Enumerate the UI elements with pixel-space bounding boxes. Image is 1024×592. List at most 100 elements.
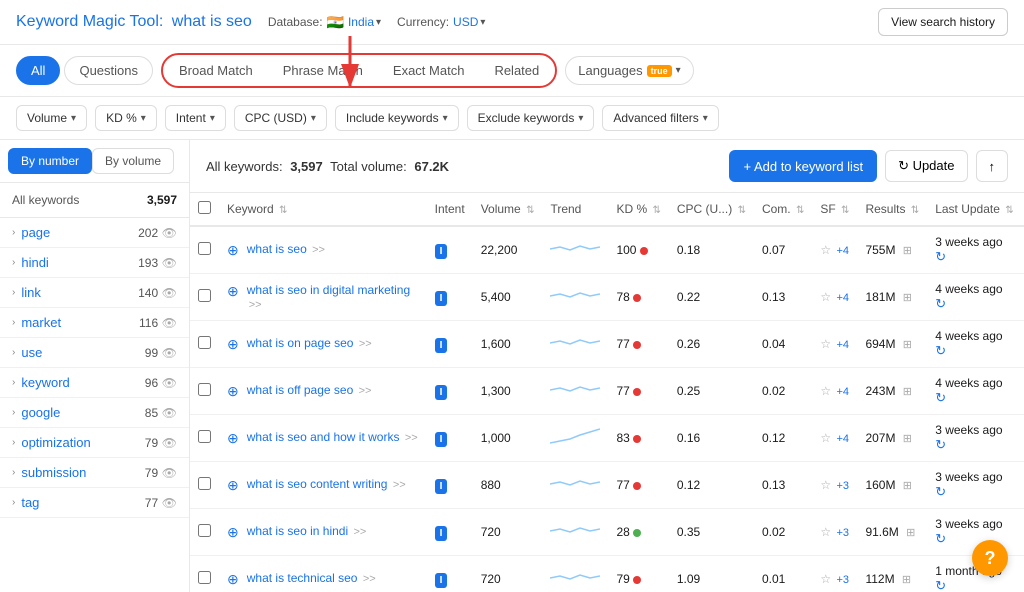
eye-icon[interactable]: 👁: [162, 436, 177, 450]
results-icon: ⊞: [903, 292, 912, 304]
star-icon[interactable]: ☆: [820, 525, 831, 539]
tab-broad-match[interactable]: Broad Match: [165, 57, 267, 84]
sidebar-item[interactable]: ›keyword 96 👁: [0, 368, 189, 398]
row-checkbox[interactable]: [190, 274, 219, 321]
sidebar-item[interactable]: ›submission 79 👁: [0, 458, 189, 488]
row-checkbox[interactable]: [190, 368, 219, 415]
sidebar-item[interactable]: ›hindi 193 👁: [0, 248, 189, 278]
refresh-icon[interactable]: ↻: [935, 578, 946, 592]
refresh-icon[interactable]: ↻: [935, 390, 946, 405]
intent-column-header[interactable]: Intent: [427, 193, 473, 226]
cpc-column-header[interactable]: CPC (U...) ⇅: [669, 193, 754, 226]
refresh-icon[interactable]: ↻: [935, 437, 946, 452]
sf-column-header[interactable]: SF ⇅: [812, 193, 857, 226]
export-button[interactable]: ↑: [976, 150, 1009, 182]
sidebar-item[interactable]: ›use 99 👁: [0, 338, 189, 368]
advanced-filters[interactable]: Advanced filters ▾: [602, 105, 718, 131]
tab-related[interactable]: Related: [480, 57, 553, 84]
sf-cell: ☆ +3: [812, 462, 857, 509]
keyword-link[interactable]: what is on page seo: [247, 336, 354, 350]
star-icon[interactable]: ☆: [820, 290, 831, 304]
row-checkbox[interactable]: [190, 226, 219, 274]
eye-icon[interactable]: 👁: [162, 466, 177, 480]
keyword-link[interactable]: what is seo and how it works: [247, 430, 400, 444]
add-to-keyword-list-button[interactable]: + Add to keyword list: [729, 150, 877, 182]
tab-phrase-match[interactable]: Phrase Match: [269, 57, 377, 84]
cpc-filter[interactable]: CPC (USD) ▾: [234, 105, 327, 131]
eye-icon[interactable]: 👁: [162, 286, 177, 300]
keyword-link[interactable]: what is technical seo: [247, 571, 358, 585]
com-column-header[interactable]: Com. ⇅: [754, 193, 812, 226]
add-keyword-icon[interactable]: ⊕: [227, 383, 239, 400]
eye-icon[interactable]: 👁: [162, 496, 177, 510]
database-dropdown[interactable]: India ▾: [348, 15, 381, 29]
volume-cell: 1,300: [473, 368, 543, 415]
add-keyword-icon[interactable]: ⊕: [227, 430, 239, 447]
sidebar-item[interactable]: ›market 116 👁: [0, 308, 189, 338]
star-icon[interactable]: ☆: [820, 337, 831, 351]
eye-icon[interactable]: 👁: [162, 406, 177, 420]
keyword-link[interactable]: what is seo in digital marketing: [247, 283, 410, 297]
by-volume-button[interactable]: By volume: [92, 148, 174, 174]
intent-filter[interactable]: Intent ▾: [165, 105, 226, 131]
refresh-icon[interactable]: ↻: [935, 343, 946, 358]
row-checkbox[interactable]: [190, 415, 219, 462]
tab-questions[interactable]: Questions: [64, 56, 153, 85]
refresh-icon[interactable]: ↻: [935, 296, 946, 311]
add-keyword-icon[interactable]: ⊕: [227, 336, 239, 353]
keyword-link[interactable]: what is seo content writing: [247, 477, 388, 491]
star-icon[interactable]: ☆: [820, 572, 831, 586]
eye-icon[interactable]: 👁: [162, 226, 177, 240]
select-all-checkbox[interactable]: [190, 193, 219, 226]
kd-column-header[interactable]: KD % ⇅: [608, 193, 668, 226]
view-history-button[interactable]: View search history: [878, 8, 1008, 36]
last-update-column-header[interactable]: Last Update ⇅: [927, 193, 1024, 226]
tab-exact-match[interactable]: Exact Match: [379, 57, 479, 84]
languages-button[interactable]: Languages true ▾: [565, 56, 693, 85]
add-keyword-icon[interactable]: ⊕: [227, 524, 239, 541]
kd-filter[interactable]: KD % ▾: [95, 105, 157, 131]
row-checkbox[interactable]: [190, 321, 219, 368]
refresh-icon[interactable]: ↻: [935, 249, 946, 264]
star-icon[interactable]: ☆: [820, 243, 831, 257]
trend-column-header[interactable]: Trend: [542, 193, 608, 226]
star-icon[interactable]: ☆: [820, 384, 831, 398]
exclude-keywords-filter[interactable]: Exclude keywords ▾: [467, 105, 595, 131]
include-keywords-filter[interactable]: Include keywords ▾: [335, 105, 459, 131]
eye-icon[interactable]: 👁: [162, 316, 177, 330]
star-icon[interactable]: ☆: [820, 431, 831, 445]
table-row: ⊕ what is seo content writing >> I 880 7…: [190, 462, 1024, 509]
keyword-link[interactable]: what is seo in hindi: [247, 524, 348, 538]
by-number-button[interactable]: By number: [8, 148, 92, 174]
row-checkbox[interactable]: [190, 462, 219, 509]
help-button[interactable]: ?: [972, 540, 1008, 576]
flag-icon: 🇮🇳: [327, 14, 344, 31]
keyword-column-header[interactable]: Keyword ⇅: [219, 193, 427, 226]
refresh-icon[interactable]: ↻: [935, 531, 946, 546]
results-column-header[interactable]: Results ⇅: [857, 193, 927, 226]
sidebar-item[interactable]: ›optimization 79 👁: [0, 428, 189, 458]
star-icon[interactable]: ☆: [820, 478, 831, 492]
sidebar-item[interactable]: ›link 140 👁: [0, 278, 189, 308]
keyword-link[interactable]: what is seo: [247, 242, 307, 256]
currency-dropdown[interactable]: USD ▾: [453, 15, 485, 29]
eye-icon[interactable]: 👁: [162, 256, 177, 270]
results-cell: 91.6M ⊞: [857, 509, 927, 556]
volume-filter[interactable]: Volume ▾: [16, 105, 87, 131]
sidebar-item[interactable]: ›page 202 👁: [0, 218, 189, 248]
row-checkbox[interactable]: [190, 556, 219, 592]
eye-icon[interactable]: 👁: [162, 376, 177, 390]
sidebar-item[interactable]: ›google 85 👁: [0, 398, 189, 428]
add-keyword-icon[interactable]: ⊕: [227, 477, 239, 494]
row-checkbox[interactable]: [190, 509, 219, 556]
tab-all[interactable]: All: [16, 56, 60, 85]
add-keyword-icon[interactable]: ⊕: [227, 571, 239, 588]
update-button[interactable]: ↻ Update: [885, 150, 967, 182]
add-keyword-icon[interactable]: ⊕: [227, 242, 239, 259]
eye-icon[interactable]: 👁: [162, 346, 177, 360]
add-keyword-icon[interactable]: ⊕: [227, 283, 239, 300]
keyword-link[interactable]: what is off page seo: [247, 383, 354, 397]
refresh-icon[interactable]: ↻: [935, 484, 946, 499]
sidebar-item[interactable]: ›tag 77 👁: [0, 488, 189, 518]
volume-column-header[interactable]: Volume ⇅: [473, 193, 543, 226]
